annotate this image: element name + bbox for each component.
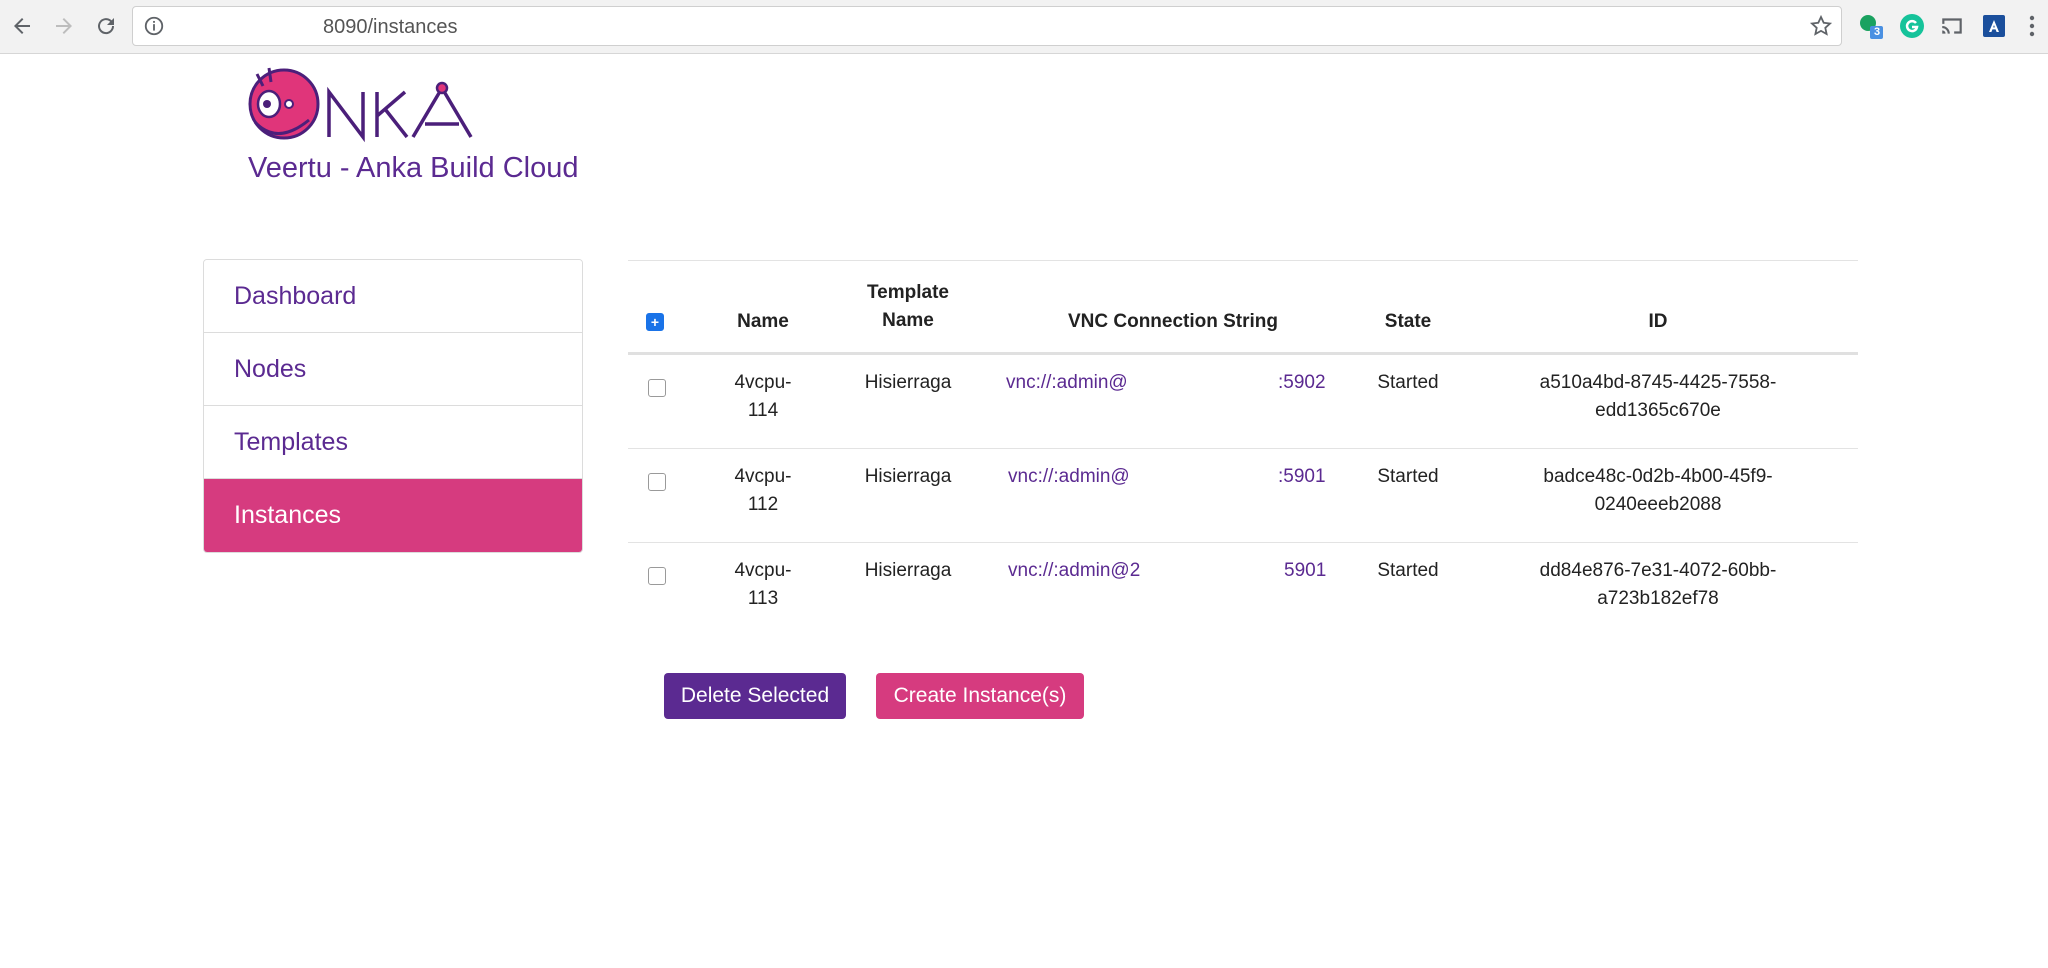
row-checkbox[interactable]: [648, 379, 666, 397]
reload-icon: [98, 18, 115, 35]
row-checkbox[interactable]: [648, 473, 666, 491]
row-name: 4vcpu- 114: [708, 369, 818, 425]
row-vnc-port[interactable]: :5902: [1278, 369, 1338, 397]
arrow-left-icon: [14, 18, 30, 34]
row-state: Started: [1377, 560, 1439, 581]
instances-table: + Name Template Name VNC Connection Stri…: [628, 260, 1858, 637]
grammarly-icon: [1900, 14, 1924, 38]
header-state: State: [1384, 311, 1432, 332]
header-template-name: Template Name: [848, 279, 968, 335]
row-id-line1: dd84e876-7e31-4072-60bb-: [1539, 560, 1777, 581]
row-vnc-link[interactable]: vnc://:admin@2: [1008, 557, 1148, 585]
anka-logo: [247, 62, 473, 146]
row-vnc-link[interactable]: vnc://:admin@: [1008, 463, 1148, 491]
create-instances-button[interactable]: Create Instance(s): [876, 673, 1084, 719]
row-name-line2: 112: [747, 494, 779, 515]
sidebar-item-nodes[interactable]: Nodes: [204, 333, 582, 406]
header-template-line2: Name: [882, 310, 934, 331]
browser-toolbar: 8090/instances 3: [0, 0, 2048, 54]
row-vnc-link[interactable]: vnc://:admin@: [1006, 369, 1146, 397]
kebab-menu-icon: [2029, 15, 2035, 37]
browser-menu-button[interactable]: [2024, 12, 2040, 40]
row-name-line1: 4vcpu-: [734, 466, 792, 487]
brand-title: Veertu - Anka Build Cloud: [248, 152, 579, 184]
row-id: badce48c-0d2b-4b00-45f9- 0240eeeb2088: [1508, 463, 1808, 519]
row-id: a510a4bd-8745-4425-7558- edd1365c670e: [1508, 369, 1808, 425]
table-row: 4vcpu- 112 Hisierraga vnc://:admin@ :590…: [628, 449, 1858, 543]
cast-button[interactable]: [1938, 12, 1966, 40]
arrow-right-icon: [56, 18, 72, 34]
row-template: Hisierraga: [864, 372, 952, 393]
select-all-checkbox[interactable]: +: [646, 313, 664, 331]
header-vnc-connection-string: VNC Connection String: [1067, 311, 1279, 332]
reload-button[interactable]: [88, 8, 124, 44]
row-id-line1: a510a4bd-8745-4425-7558-: [1539, 372, 1777, 393]
row-id-line1: badce48c-0d2b-4b00-45f9-: [1543, 466, 1773, 487]
sidebar-nav: Dashboard Nodes Templates Instances: [203, 259, 583, 553]
row-id: dd84e876-7e31-4072-60bb- a723b182ef78: [1508, 557, 1808, 613]
extension-a-icon: [1983, 15, 2005, 37]
table-header: + Name Template Name VNC Connection Stri…: [628, 260, 1858, 355]
row-name-line1: 4vcpu-: [734, 372, 792, 393]
sidebar-item-templates[interactable]: Templates: [204, 406, 582, 479]
info-icon: [144, 16, 164, 36]
grammarly-button[interactable]: [1898, 12, 1926, 40]
header-name: Name: [737, 311, 789, 332]
row-template: Hisierraga: [864, 466, 952, 487]
row-id-line2: 0240eeeb2088: [1594, 494, 1722, 515]
extension-badge: 3: [1874, 26, 1881, 38]
cast-icon: [1942, 18, 1962, 34]
row-state: Started: [1377, 372, 1439, 393]
row-id-line2: a723b182ef78: [1597, 588, 1719, 609]
row-state: Started: [1377, 466, 1439, 487]
back-button[interactable]: [4, 8, 40, 44]
address-bar[interactable]: 8090/instances: [132, 6, 1842, 46]
row-name-line1: 4vcpu-: [734, 560, 792, 581]
row-name: 4vcpu- 112: [708, 463, 818, 519]
row-vnc-port[interactable]: :5901: [1278, 463, 1338, 491]
bookmark-star-icon[interactable]: [1809, 14, 1833, 38]
row-id-line2: edd1365c670e: [1595, 400, 1721, 421]
row-name-line2: 114: [747, 400, 779, 421]
row-vnc-port[interactable]: 5901: [1284, 557, 1344, 585]
extension-a-button[interactable]: [1980, 12, 2008, 40]
row-name-line2: 113: [747, 588, 779, 609]
delete-selected-button[interactable]: Delete Selected: [664, 673, 846, 719]
sidebar-item-instances[interactable]: Instances: [204, 479, 582, 552]
table-row: 4vcpu- 114 Hisierraga vnc://:admin@ :590…: [628, 355, 1858, 449]
url-text: 8090/instances: [323, 16, 458, 38]
header-template-line1: Template: [866, 282, 949, 303]
header-id: ID: [1648, 311, 1668, 332]
plus-icon: +: [650, 314, 660, 330]
sidebar-item-dashboard[interactable]: Dashboard: [204, 260, 582, 333]
anka-logo-icon: [248, 67, 473, 143]
forward-button[interactable]: [46, 8, 82, 44]
extension-green-dot-button[interactable]: 3: [1856, 12, 1884, 40]
table-row: 4vcpu- 113 Hisierraga vnc://:admin@2 590…: [628, 543, 1858, 637]
row-name: 4vcpu- 113: [708, 557, 818, 613]
row-template: Hisierraga: [864, 560, 952, 581]
row-checkbox[interactable]: [648, 567, 666, 585]
